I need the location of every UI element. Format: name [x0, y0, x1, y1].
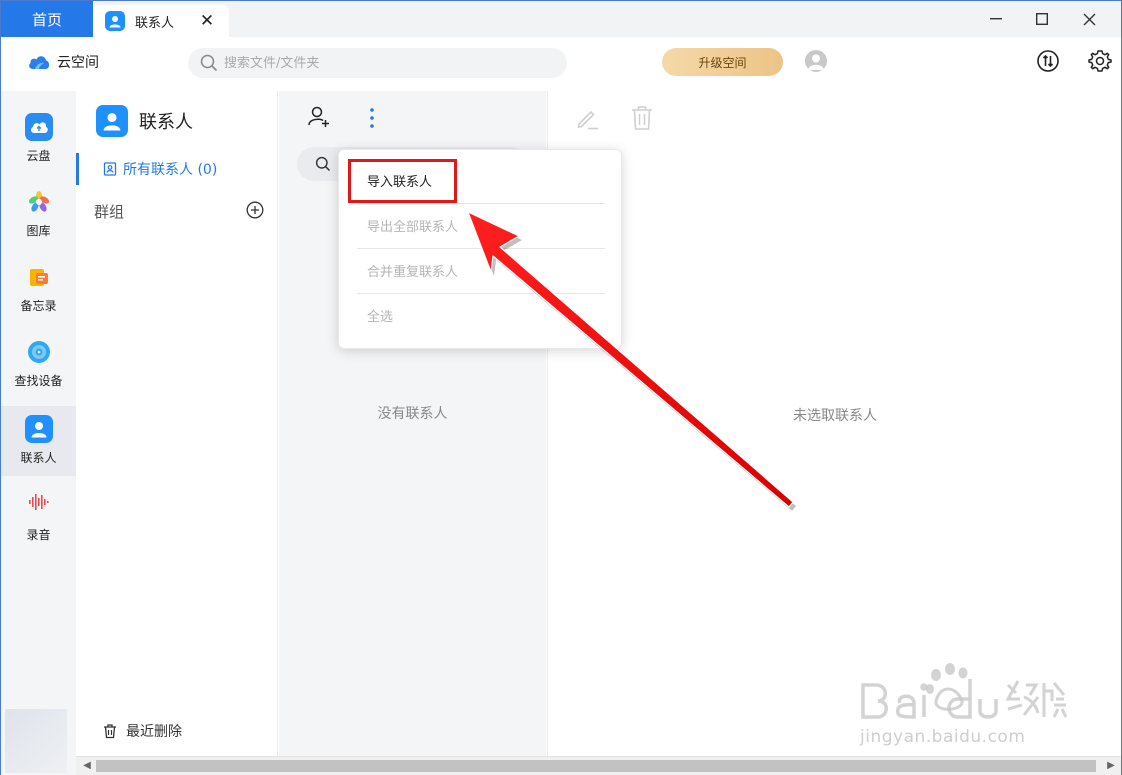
trash-icon	[104, 724, 116, 739]
more-options-icon[interactable]	[363, 105, 381, 131]
empty-list-text: 没有联系人	[377, 406, 448, 422]
search-input[interactable]	[224, 55, 544, 71]
contacts-header: 联系人	[96, 105, 193, 137]
all-contacts-label: 所有联系人 (0)	[123, 162, 218, 178]
delete-icon[interactable]	[630, 105, 654, 131]
scrollbar-thumb[interactable]	[96, 760, 1096, 772]
user-avatar-blurred[interactable]	[5, 709, 67, 773]
watermark-url: jingyan.baidu.com	[860, 727, 1026, 747]
search-box[interactable]	[188, 48, 567, 78]
nav-item-memo[interactable]: 备忘录	[1, 251, 76, 321]
nav-item-cloud-drive[interactable]: 云盘	[1, 101, 76, 171]
cloud-logo-icon	[29, 56, 50, 69]
tab-home[interactable]: 首页	[1, 1, 93, 37]
recorder-icon	[25, 488, 53, 516]
add-group-icon[interactable]	[246, 201, 264, 219]
groups-label: 群组	[94, 203, 125, 221]
address-book-icon	[103, 162, 117, 176]
active-indicator	[76, 153, 79, 185]
memo-icon	[25, 263, 53, 291]
contacts-icon	[96, 105, 128, 137]
page-title: 联系人	[139, 112, 193, 133]
nav-label: 备忘录	[20, 299, 57, 313]
close-window-button[interactable]	[1075, 5, 1103, 33]
transfer-icon[interactable]	[1036, 49, 1060, 73]
scroll-right-icon[interactable]: ▶	[1104, 759, 1118, 773]
nav-item-gallery[interactable]: 图库	[1, 176, 76, 246]
brand: 云空间	[27, 52, 99, 72]
all-contacts-item[interactable]: 所有联系人 (0)	[76, 153, 278, 185]
brand-label: 云空间	[57, 55, 99, 71]
search-icon	[200, 54, 218, 72]
gallery-icon	[25, 188, 53, 216]
nav-label: 录音	[26, 528, 51, 542]
app-header: 云空间 升级空间	[1, 37, 1121, 91]
horizontal-scrollbar[interactable]: ◀ ▶	[76, 756, 1121, 775]
watermark: jingyan.baidu.com	[858, 655, 1068, 750]
menu-item-select-all: 全选	[367, 310, 394, 325]
edit-icon[interactable]	[574, 105, 600, 131]
close-tab-icon[interactable]: ✕	[199, 13, 215, 30]
left-nav: 云盘 图库 备忘录 查找设备 联系人 录音	[1, 91, 76, 775]
add-contact-icon[interactable]	[307, 105, 331, 129]
nav-item-find-device[interactable]: 查找设备	[1, 326, 76, 396]
menu-item-export-all-contacts: 导出全部联系人	[367, 220, 459, 235]
tab-contacts[interactable]: 联系人 ✕	[93, 5, 229, 37]
recently-deleted-label: 最近删除	[126, 724, 182, 740]
find-device-icon	[25, 338, 53, 366]
recently-deleted-item[interactable]: 最近删除	[102, 721, 182, 741]
contacts-icon	[24, 415, 53, 443]
empty-detail-text: 未选取联系人	[793, 408, 877, 424]
search-icon	[315, 156, 331, 172]
nav-label: 图库	[26, 224, 51, 238]
highlight-box	[348, 159, 457, 203]
nav-label: 云盘	[26, 149, 51, 163]
cloud-drive-icon	[24, 113, 53, 141]
avatar[interactable]	[805, 50, 827, 72]
nav-item-recorder[interactable]: 录音	[1, 486, 76, 556]
scroll-left-icon[interactable]: ◀	[80, 759, 94, 773]
title-bar: 首页 联系人 ✕	[1, 1, 1121, 37]
nav-label: 联系人	[20, 451, 57, 465]
upgrade-button[interactable]: 升级空间	[662, 48, 783, 76]
baidu-jingyan-watermark-logo	[861, 663, 1068, 719]
menu-item-merge-duplicates: 合并重复联系人	[367, 265, 459, 280]
maximize-button[interactable]	[1028, 5, 1056, 33]
nav-item-contacts[interactable]: 联系人	[1, 406, 76, 476]
contacts-icon	[105, 11, 125, 31]
gear-icon[interactable]	[1088, 49, 1112, 73]
contacts-sidebar: 联系人 所有联系人 (0) 群组 最近删除	[76, 91, 278, 775]
nav-label: 查找设备	[14, 374, 63, 388]
tab-label: 联系人	[135, 15, 175, 31]
minimize-button[interactable]	[982, 5, 1010, 33]
